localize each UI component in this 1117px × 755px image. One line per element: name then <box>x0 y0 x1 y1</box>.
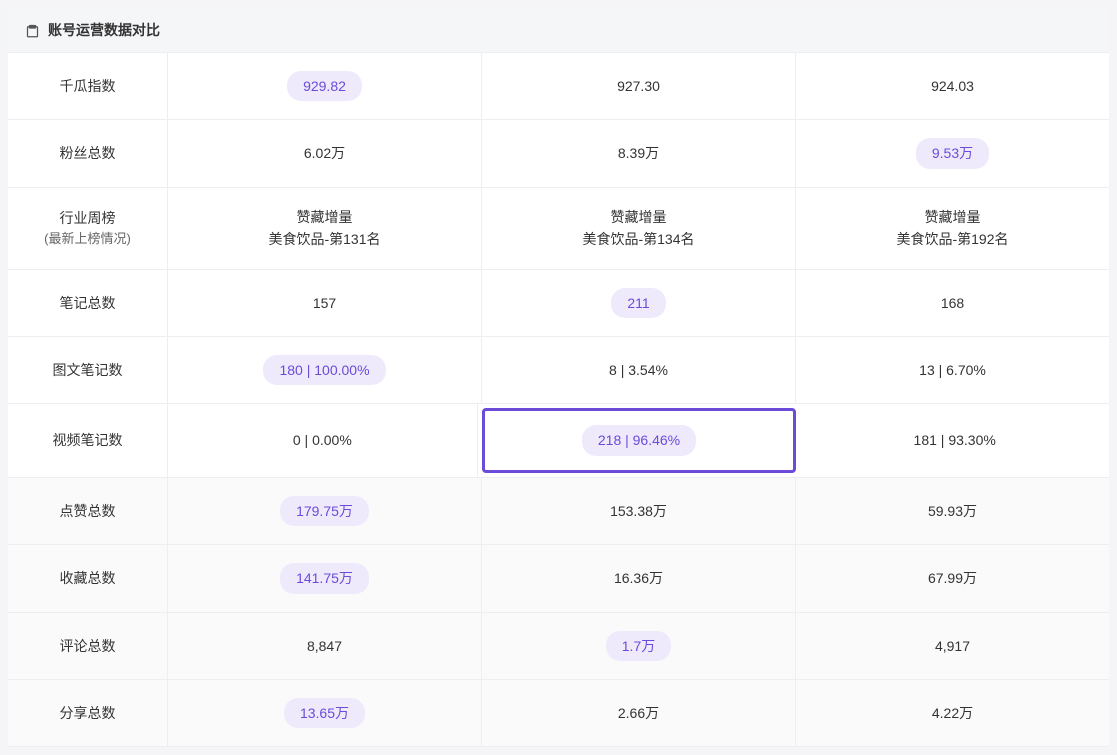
table-row: 视频笔记数 0 | 0.00% 218 | 96.46% 181 | 93.30% <box>8 404 1109 477</box>
cell-value: 2.66万 <box>618 702 659 724</box>
cell-value: 141.75万 <box>280 563 369 593</box>
data-cell: 13.65万 <box>168 680 482 746</box>
row-label: 图文笔记数 <box>8 337 168 403</box>
cell-value: 924.03 <box>931 75 974 97</box>
data-cell: 16.36万 <box>482 545 796 611</box>
panel-header: 账号运营数据对比 <box>8 8 1109 53</box>
cell-value: 赞藏增量 <box>297 206 353 228</box>
row-label: 千瓜指数 <box>8 53 168 119</box>
data-cell: 59.93万 <box>796 478 1109 544</box>
row-label: 分享总数 <box>8 680 168 746</box>
row-label-text: 笔记总数 <box>60 292 116 314</box>
cell-value: 927.30 <box>617 75 660 97</box>
cell-value: 赞藏增量 <box>925 206 981 228</box>
data-cell: 924.03 <box>796 53 1109 119</box>
data-cell: 168 <box>796 270 1109 336</box>
cell-value: 13 | 6.70% <box>919 359 986 381</box>
cell-sub-value: 美食饮品-第192名 <box>896 228 1008 250</box>
cell-value: 929.82 <box>287 71 362 101</box>
data-cell: 218 | 96.46% <box>482 408 797 472</box>
row-label-text: 分享总数 <box>60 702 116 724</box>
data-cell: 6.02万 <box>168 120 482 186</box>
comparison-panel: 账号运营数据对比 千瓜指数 929.82 927.30 924.03 粉丝总数 6.02万… <box>8 8 1109 747</box>
data-cell: 8,847 <box>168 613 482 679</box>
cell-value: 6.02万 <box>304 142 345 164</box>
row-label-text: 行业周榜 <box>60 207 116 229</box>
data-cell: 赞藏增量美食饮品-第192名 <box>796 188 1109 269</box>
row-label-sub: (最新上榜情况) <box>44 229 131 250</box>
data-cell: 929.82 <box>168 53 482 119</box>
cell-value: 1.7万 <box>606 631 671 661</box>
row-label-text: 点赞总数 <box>60 500 116 522</box>
cell-value: 218 | 96.46% <box>582 425 696 455</box>
table-row: 点赞总数 179.75万 153.38万 59.93万 <box>8 478 1109 545</box>
row-label: 点赞总数 <box>8 478 168 544</box>
row-label-text: 评论总数 <box>60 635 116 657</box>
row-label-text: 视频笔记数 <box>53 429 123 451</box>
data-cell: 赞藏增量美食饮品-第134名 <box>482 188 796 269</box>
row-label: 粉丝总数 <box>8 120 168 186</box>
cell-value: 168 <box>941 292 964 314</box>
row-label: 笔记总数 <box>8 270 168 336</box>
row-label-text: 收藏总数 <box>60 567 116 589</box>
table-row: 图文笔记数 180 | 100.00% 8 | 3.54% 13 | 6.70% <box>8 337 1109 404</box>
cell-value: 16.36万 <box>614 567 663 589</box>
data-cell: 141.75万 <box>168 545 482 611</box>
table-row: 分享总数 13.65万 2.66万 4.22万 <box>8 680 1109 747</box>
cell-value: 4.22万 <box>932 702 973 724</box>
cell-value: 8.39万 <box>618 142 659 164</box>
row-label: 行业周榜(最新上榜情况) <box>8 188 168 269</box>
data-cell: 13 | 6.70% <box>796 337 1109 403</box>
data-cell: 1.7万 <box>482 613 796 679</box>
row-label-text: 粉丝总数 <box>60 142 116 164</box>
row-label: 视频笔记数 <box>8 404 168 476</box>
cell-value: 67.99万 <box>928 567 977 589</box>
table-row: 笔记总数 157 211 168 <box>8 270 1109 337</box>
cell-value: 59.93万 <box>928 500 977 522</box>
data-cell: 67.99万 <box>796 545 1109 611</box>
row-label-text: 图文笔记数 <box>53 359 123 381</box>
cell-value: 9.53万 <box>916 138 989 168</box>
clipboard-icon <box>24 22 40 38</box>
cell-sub-value: 美食饮品-第131名 <box>268 228 380 250</box>
data-cell: 4,917 <box>796 613 1109 679</box>
cell-value: 153.38万 <box>610 500 667 522</box>
comparison-table: 千瓜指数 929.82 927.30 924.03 粉丝总数 6.02万 8.39万 9.53… <box>8 53 1109 747</box>
table-row: 行业周榜(最新上榜情况)赞藏增量美食饮品-第131名赞藏增量美食饮品-第134名… <box>8 188 1109 270</box>
table-row: 收藏总数 141.75万 16.36万 67.99万 <box>8 545 1109 612</box>
panel-title: 账号运营数据对比 <box>48 20 160 40</box>
cell-value: 4,917 <box>935 635 970 657</box>
data-cell: 4.22万 <box>796 680 1109 746</box>
cell-value: 179.75万 <box>280 496 369 526</box>
data-cell: 9.53万 <box>796 120 1109 186</box>
row-label: 收藏总数 <box>8 545 168 611</box>
table-row: 千瓜指数 929.82 927.30 924.03 <box>8 53 1109 120</box>
row-label: 评论总数 <box>8 613 168 679</box>
cell-sub-value: 美食饮品-第134名 <box>582 228 694 250</box>
table-row: 粉丝总数 6.02万 8.39万 9.53万 <box>8 120 1109 187</box>
data-cell: 0 | 0.00% <box>168 404 478 476</box>
row-label-text: 千瓜指数 <box>60 75 116 97</box>
cell-value: 211 <box>611 288 665 318</box>
data-cell: 927.30 <box>482 53 796 119</box>
cell-value: 157 <box>313 292 336 314</box>
data-cell: 179.75万 <box>168 478 482 544</box>
data-cell: 180 | 100.00% <box>168 337 482 403</box>
data-cell: 8 | 3.54% <box>482 337 796 403</box>
cell-value: 8,847 <box>307 635 342 657</box>
data-cell: 8.39万 <box>482 120 796 186</box>
cell-value: 赞藏增量 <box>611 206 667 228</box>
data-cell: 赞藏增量美食饮品-第131名 <box>168 188 482 269</box>
cell-value: 180 | 100.00% <box>263 355 385 385</box>
data-cell: 211 <box>482 270 796 336</box>
data-cell: 181 | 93.30% <box>800 404 1109 476</box>
cell-value: 181 | 93.30% <box>914 429 996 451</box>
data-cell: 157 <box>168 270 482 336</box>
cell-value: 13.65万 <box>284 698 365 728</box>
cell-value: 0 | 0.00% <box>293 429 352 451</box>
data-cell: 2.66万 <box>482 680 796 746</box>
cell-value: 8 | 3.54% <box>609 359 668 381</box>
data-cell: 153.38万 <box>482 478 796 544</box>
